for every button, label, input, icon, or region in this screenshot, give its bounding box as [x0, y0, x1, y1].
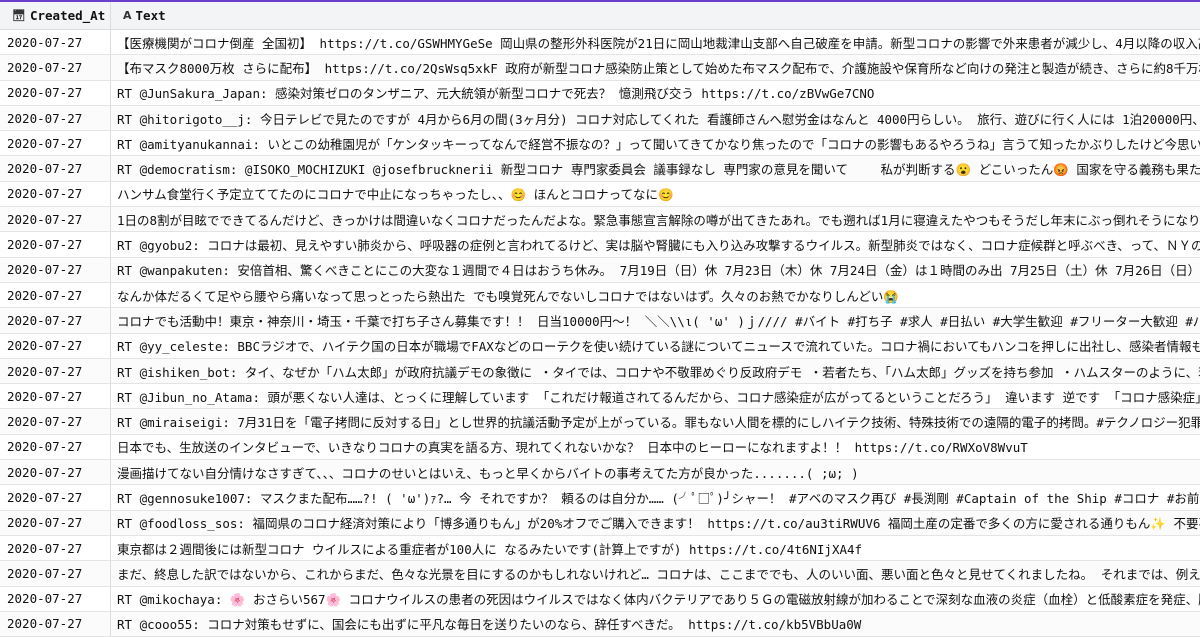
table-row[interactable]: 2020-07-27 RT @yy_celeste: BBCラジオで、ハイテク国の… — [0, 333, 1200, 359]
cell-text[interactable]: RT @Jibun_no_Atama: 頭が悪くない人達は、とっくに理解していま… — [111, 384, 1200, 408]
column-header-text[interactable]: A Text — [111, 2, 1200, 29]
table-row[interactable]: 2020-07-27 【布マスク8000万枚 さらに配布】 https://t.c… — [0, 55, 1200, 81]
table-row[interactable]: 2020-07-27 RT @hitorigoto__j: 今日テレビで見たのです… — [0, 105, 1200, 132]
cell-text[interactable]: まだ、終息した訳ではないから、これからまだ、色々な光景を目にするのかもしれないけ… — [111, 561, 1200, 585]
cell-created-at[interactable]: 2020-07-27 — [0, 485, 111, 510]
text-type-icon: A — [123, 9, 132, 22]
column-header-created-at[interactable]: 📅︎ Created_At — [0, 2, 111, 29]
table-row[interactable]: 2020-07-27 漫画描けてない自分情けなさすぎて、、、コロナのせいとはいえ、… — [0, 460, 1200, 486]
table-row[interactable]: 2020-07-27 RT @mikochaya: 🌸 おさらい567🌸 コロナウ… — [0, 586, 1200, 612]
cell-created-at[interactable]: 2020-07-27 — [0, 282, 111, 308]
cell-created-at[interactable]: 2020-07-27 — [0, 257, 111, 282]
cell-text[interactable]: RT @miraiseigi: 7月31日を「電子拷問に反対する日」とし世界的抗… — [111, 409, 1200, 433]
calendar-icon: 📅︎ — [12, 9, 26, 22]
data-table: 📅︎ Created_At A Text 2020-07-27 【医療機関がコロナ… — [0, 2, 1200, 637]
cell-text[interactable]: RT @hitorigoto__j: 今日テレビで見たのですが 4月から6月の間… — [111, 106, 1200, 130]
table-row[interactable]: 2020-07-27 RT @gyobu2: コロナは最初、見えやすい肺炎から、呼… — [0, 232, 1200, 258]
table-row[interactable]: 2020-07-27 コロナでも活動中！東京・神奈川・埼玉・千葉で打ち子さん募集で… — [0, 308, 1200, 334]
cell-created-at[interactable]: 2020-07-27 — [0, 131, 111, 156]
cell-text[interactable]: RT @yy_celeste: BBCラジオで、ハイテク国の日本が職場でFAXな… — [111, 334, 1200, 358]
table-body: 2020-07-27 【医療機関がコロナ倒産 全国初】 https://t.co/… — [0, 30, 1200, 637]
cell-text[interactable]: 日本でも、生放送のインタビューで、いきなりコロナの真実を語る方、現れてくれないか… — [111, 435, 1200, 459]
cell-text[interactable]: RT @gyobu2: コロナは最初、見えやすい肺炎から、呼吸器の症例と言われて… — [111, 232, 1200, 256]
cell-text[interactable]: 【布マスク8000万枚 さらに配布】 https://t.co/2QsWsq5x… — [111, 55, 1200, 79]
table-row[interactable]: 2020-07-27 RT @gennosuke1007: マスクまた配布……?!… — [0, 485, 1200, 511]
cell-created-at[interactable]: 2020-07-27 — [0, 333, 111, 358]
cell-text[interactable]: 漫画描けてない自分情けなさすぎて、、、コロナのせいとはいえ、もっと早くからバイト… — [111, 460, 1200, 484]
cell-created-at[interactable]: 2020-07-27 — [0, 586, 111, 611]
cell-created-at[interactable]: 2020-07-27 — [0, 181, 111, 207]
cell-created-at[interactable]: 2020-07-27 — [0, 561, 111, 586]
table-row[interactable]: 2020-07-27 まだ、終息した訳ではないから、これからまだ、色々な光景を目に… — [0, 561, 1200, 587]
table-row[interactable]: 2020-07-27 RT @Jibun_no_Atama: 頭が悪くない人達は、… — [0, 384, 1200, 410]
cell-created-at[interactable]: 2020-07-27 — [0, 80, 111, 105]
cell-created-at[interactable]: 2020-07-27 — [0, 55, 111, 80]
table-row[interactable]: 2020-07-27 日本でも、生放送のインタビューで、いきなりコロナの真実を語る… — [0, 434, 1200, 461]
table-row[interactable]: 2020-07-27 RT @miraiseigi: 7月31日を「電子拷問に反対… — [0, 409, 1200, 435]
cell-text[interactable]: RT @amityanukannai: いとこの幼稚園児が「ケンタッキーってなん… — [111, 131, 1200, 155]
cell-text[interactable]: ハンサム食堂行く予定立ててたのにコロナで中止になっちゃったし、、😊 ほんとコロナ… — [111, 182, 1200, 206]
table-row[interactable]: 2020-07-27 RT @foodloss_sos: 福岡県のコロナ経済対策に… — [0, 510, 1200, 536]
cell-text[interactable]: 1日の8割が目眩でできてるんだけど、きっかけは間違いなくコロナだったんだよな。緊… — [111, 207, 1200, 231]
cell-text[interactable]: RT @gennosuke1007: マスクまた配布……?! ( 'ω')ｧ?…… — [111, 485, 1200, 509]
table-row[interactable]: 2020-07-27 RT @JunSakura_Japan: 感染対策ゼロのタン… — [0, 80, 1200, 106]
cell-created-at[interactable]: 2020-07-27 — [0, 535, 111, 561]
cell-created-at[interactable]: 2020-07-27 — [0, 156, 111, 181]
table-row[interactable]: 2020-07-27 RT @cooo55: コロナ対策もせずに、国会にも出ずに平… — [0, 611, 1200, 637]
table-row[interactable]: 2020-07-27 【医療機関がコロナ倒産 全国初】 https://t.co/… — [0, 30, 1200, 56]
cell-created-at[interactable]: 2020-07-27 — [0, 510, 111, 535]
cell-text[interactable]: なんか体だるくて足やら腰やら痛いなって思っとったら熱出た でも嗅覚死んでないしコ… — [111, 283, 1200, 307]
table-row[interactable]: 2020-07-27 RT @wanpakuten: 安倍首相、驚くべきことにこの… — [0, 257, 1200, 283]
cell-text[interactable]: 東京都は２週間後には新型コロナ ウイルスによる重症者が100人に なるみたいです… — [111, 536, 1200, 560]
cell-text[interactable]: RT @wanpakuten: 安倍首相、驚くべきことにこの大変な１週間で４日は… — [111, 258, 1200, 282]
table-row[interactable]: 2020-07-27 RT @amityanukannai: いとこの幼稚園児が「… — [0, 131, 1200, 157]
cell-created-at[interactable]: 2020-07-27 — [0, 30, 111, 55]
cell-created-at[interactable]: 2020-07-27 — [0, 308, 111, 333]
cell-text[interactable]: RT @democratism: @ISOKO_MOCHIZUKI @josef… — [111, 156, 1200, 180]
cell-created-at[interactable]: 2020-07-27 — [0, 460, 111, 485]
cell-text[interactable]: 【医療機関がコロナ倒産 全国初】 https://t.co/GSWHMYGeSe… — [111, 30, 1200, 54]
cell-created-at[interactable]: 2020-07-27 — [0, 358, 111, 384]
table-header: 📅︎ Created_At A Text — [0, 2, 1200, 30]
table-row[interactable]: 2020-07-27 1日の8割が目眩でできてるんだけど、きっかけは間違いなくコロ… — [0, 207, 1200, 233]
table-row[interactable]: 2020-07-27 RT @democratism: @ISOKO_MOCHIZ… — [0, 156, 1200, 182]
cell-created-at[interactable]: 2020-07-27 — [0, 232, 111, 257]
cell-text[interactable]: RT @mikochaya: 🌸 おさらい567🌸 コロナウイルスの患者の死因は… — [111, 587, 1200, 611]
cell-created-at[interactable]: 2020-07-27 — [0, 434, 111, 460]
table-row[interactable]: 2020-07-27 東京都は２週間後には新型コロナ ウイルスによる重症者が100… — [0, 535, 1200, 562]
cell-created-at[interactable]: 2020-07-27 — [0, 384, 111, 409]
cell-text[interactable]: RT @cooo55: コロナ対策もせずに、国会にも出ずに平凡な毎日を送りたいの… — [111, 612, 1200, 636]
cell-created-at[interactable]: 2020-07-27 — [0, 409, 111, 434]
cell-created-at[interactable]: 2020-07-27 — [0, 611, 111, 637]
cell-text[interactable]: コロナでも活動中！東京・神奈川・埼玉・千葉で打ち子さん募集です！！ 日当1000… — [111, 308, 1200, 332]
table-row[interactable]: 2020-07-27 なんか体だるくて足やら腰やら痛いなって思っとったら熱出た で… — [0, 282, 1200, 309]
cell-created-at[interactable]: 2020-07-27 — [0, 207, 111, 232]
cell-text[interactable]: RT @JunSakura_Japan: 感染対策ゼロのタンザニア、元大統領が新… — [111, 81, 1200, 105]
table-row[interactable]: 2020-07-27 RT @ishiken_bot: タイ、なぜか「ハム太郎」が… — [0, 358, 1200, 385]
cell-text[interactable]: RT @ishiken_bot: タイ、なぜか「ハム太郎」が政府抗議デモの象徴に… — [111, 359, 1200, 383]
column-header-label: Text — [135, 8, 166, 23]
table-row[interactable]: 2020-07-27 ハンサム食堂行く予定立ててたのにコロナで中止になっちゃったし… — [0, 181, 1200, 208]
cell-text[interactable]: RT @foodloss_sos: 福岡県のコロナ経済対策により「博多通りもん」… — [111, 511, 1200, 535]
column-header-label: Created_At — [29, 8, 106, 23]
cell-created-at[interactable]: 2020-07-27 — [0, 105, 111, 131]
